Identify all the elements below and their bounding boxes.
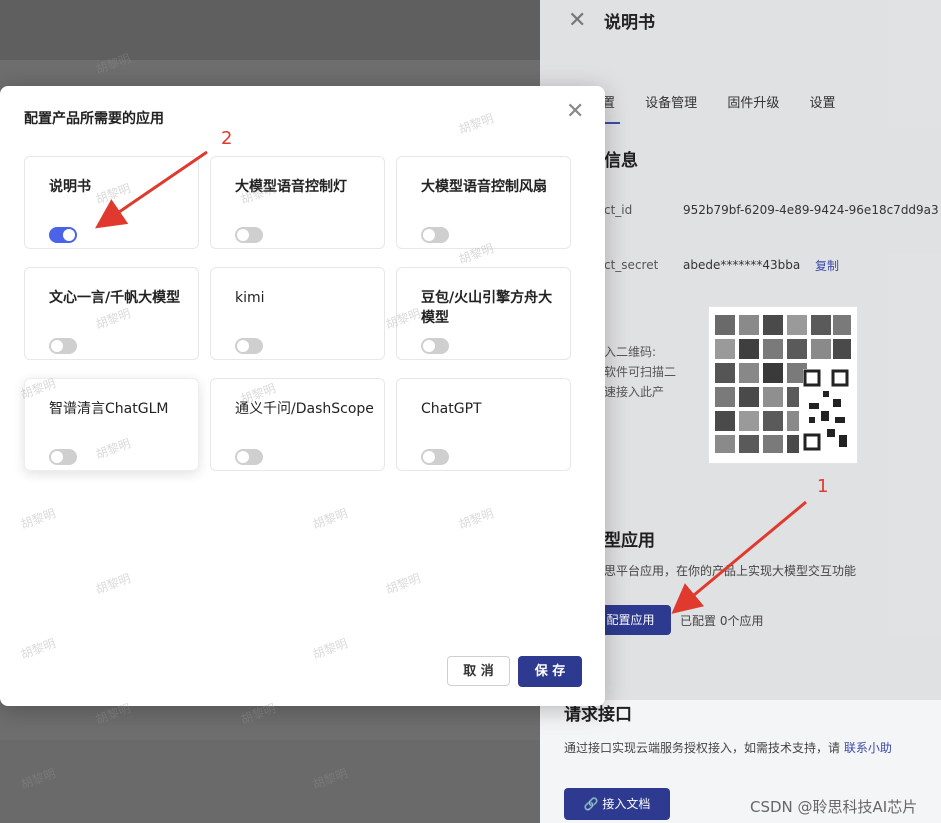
- copy-link[interactable]: 复制: [815, 257, 839, 274]
- app-card-name: 豆包/火山引擎方舟大模型: [421, 290, 553, 326]
- annotation-number: 1: [817, 476, 829, 497]
- drawer-title: 说明书: [604, 13, 655, 33]
- app-card-tongyi[interactable]: 通义千问/DashScope: [210, 378, 385, 471]
- app-card-name: 智谱清言ChatGLM: [49, 401, 169, 417]
- configure-apps-modal: 配置产品所需要的应用 ✕ 说明书 大模型语音控制灯 大模型语音控制风扇 文心一言…: [0, 86, 605, 706]
- app-toggle[interactable]: [421, 338, 449, 354]
- modal-close-icon[interactable]: ✕: [566, 100, 584, 124]
- api-description-text: 通过接口实现云端服务授权接入，如需技术支持，请: [564, 741, 841, 755]
- drawer-tabs: 置 设备管理 固件升级 设置: [602, 92, 861, 111]
- app-card-name: kimi: [235, 290, 265, 306]
- section-model-heading: 型应用: [604, 531, 655, 551]
- app-toggle[interactable]: [235, 449, 263, 465]
- app-toggle[interactable]: [235, 227, 263, 243]
- app-toggle[interactable]: [49, 338, 77, 354]
- app-card-name: 大模型语音控制灯: [235, 179, 347, 195]
- footer-credit: CSDN @聆思科技AI芯片: [750, 798, 918, 816]
- toggle-knob: [423, 229, 435, 241]
- app-card-name: 文心一言/千帆大模型: [49, 290, 181, 306]
- product-id-value: 952b79bf-6209-4e89-9424-96e18c7dd9a3: [683, 203, 939, 217]
- qr-note: 入二维码: 软件可扫描二 速接入此产: [604, 342, 676, 402]
- contact-assistant-link[interactable]: 联系小助: [844, 741, 892, 755]
- product-secret-value: abede*******43bba: [683, 258, 801, 272]
- app-toggle[interactable]: [421, 449, 449, 465]
- toggle-knob: [237, 451, 249, 463]
- product-secret-label: ct_secret: [604, 258, 659, 272]
- app-card-doubao[interactable]: 豆包/火山引擎方舟大模型: [396, 267, 571, 360]
- save-button[interactable]: 保 存: [518, 656, 582, 687]
- configured-count: 已配置 0个应用: [680, 614, 764, 628]
- backdrop-header: [0, 0, 540, 60]
- section-info-heading: 信息: [604, 151, 638, 171]
- app-card-chatglm[interactable]: 智谱清言ChatGLM: [24, 378, 199, 471]
- access-docs-button[interactable]: 🔗 接入文档: [564, 788, 670, 820]
- toggle-knob: [423, 340, 435, 352]
- toggle-knob: [51, 451, 63, 463]
- app-card-wenxin[interactable]: 文心一言/千帆大模型: [24, 267, 199, 360]
- backdrop-footer: [0, 740, 540, 823]
- section-model-description: 思平台应用，在你的产品上实现大模型交互功能: [604, 564, 857, 578]
- tab-firmware-upgrade[interactable]: 固件升级: [727, 96, 779, 111]
- app-toggle[interactable]: [49, 449, 77, 465]
- qr-code-image: [708, 306, 858, 464]
- qr-note-line: 入二维码:: [604, 345, 657, 359]
- qr-note-line: 软件可扫描二: [604, 365, 677, 379]
- cancel-button[interactable]: 取 消: [447, 656, 510, 686]
- app-card-chatgpt[interactable]: ChatGPT: [396, 378, 571, 471]
- app-toggle[interactable]: [49, 227, 77, 243]
- tab-settings[interactable]: 设置: [809, 96, 835, 111]
- toggle-knob: [237, 229, 249, 241]
- toggle-knob: [423, 451, 435, 463]
- app-card-voice-fan[interactable]: 大模型语音控制风扇: [396, 156, 571, 249]
- toggle-knob: [63, 229, 75, 241]
- app-card-kimi[interactable]: kimi: [210, 267, 385, 360]
- qr-note-line: 速接入此产: [604, 385, 665, 399]
- tab-device-management[interactable]: 设备管理: [645, 96, 697, 111]
- app-card-name: ChatGPT: [421, 401, 482, 417]
- app-card-voice-light[interactable]: 大模型语音控制灯: [210, 156, 385, 249]
- app-card-name: 说明书: [49, 179, 91, 195]
- toggle-knob: [237, 340, 249, 352]
- app-card-name: 通义千问/DashScope: [235, 401, 374, 417]
- link-icon: 🔗: [583, 797, 603, 811]
- access-docs-label: 接入文档: [602, 797, 651, 811]
- app-card-manual[interactable]: 说明书: [24, 156, 199, 249]
- toggle-knob: [51, 340, 63, 352]
- annotation-number: 2: [221, 128, 233, 149]
- product-id-label: ct_id: [604, 203, 633, 217]
- modal-title: 配置产品所需要的应用: [24, 111, 164, 127]
- drawer-close-icon[interactable]: ✕: [568, 8, 586, 33]
- app-toggle[interactable]: [421, 227, 449, 243]
- app-card-name: 大模型语音控制风扇: [421, 179, 547, 195]
- app-toggle[interactable]: [235, 338, 263, 354]
- section-api-description: 通过接口实现云端服务授权接入，如需技术支持，请 联系小助: [564, 739, 892, 756]
